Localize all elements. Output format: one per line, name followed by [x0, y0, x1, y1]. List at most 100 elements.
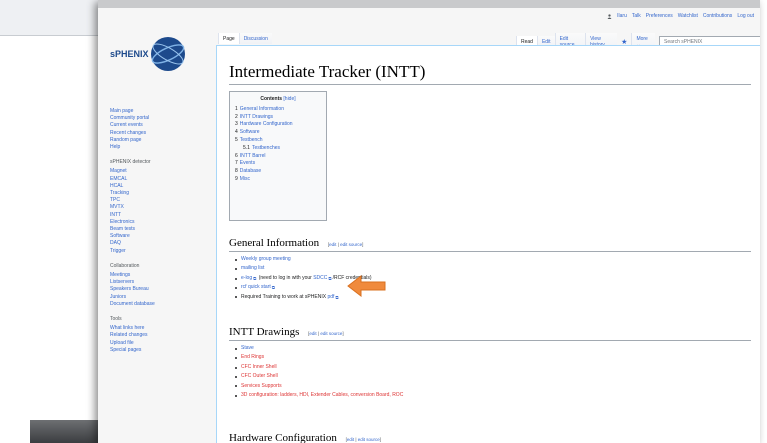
table-of-contents: Contents [hide] 1 General Information 2 IN…	[229, 91, 327, 221]
elog-link[interactable]: e-log	[241, 274, 252, 283]
window-frame-top	[98, 0, 760, 8]
sidebar-item-community-portal[interactable]: Community portal	[110, 115, 190, 122]
list-item: 3D configuration: ladders, HDI, Extender…	[235, 391, 403, 400]
sidebar-item-tpc[interactable]: TPC	[110, 197, 190, 204]
sidebar-item-magnet[interactable]: Magnet	[110, 168, 190, 175]
stave-link[interactable]: Stave	[241, 344, 254, 353]
sidebar-detector: sPHENIX detector Magnet EMCAL HCAL Track…	[110, 159, 190, 255]
sidebar-item-meetings[interactable]: Meetings	[110, 272, 190, 279]
sidebar-item-current-events[interactable]: Current events	[110, 122, 190, 129]
wiki-window: Ilaru Talk Preferences Watchlist Contrib…	[98, 0, 760, 443]
sidebar-item-software[interactable]: Software	[110, 233, 190, 240]
sidebar-item-upload-file[interactable]: Upload file	[110, 340, 190, 347]
sidebar-item-tracking[interactable]: Tracking	[110, 190, 190, 197]
edit-source-link[interactable]: edit source	[358, 437, 380, 442]
personal-watchlist-link[interactable]: Watchlist	[678, 13, 698, 19]
end-rings-link[interactable]: End Rings	[241, 353, 264, 362]
list-item: CFC Inner Shell	[235, 363, 403, 372]
edit-source-link[interactable]: edit source	[340, 242, 362, 247]
namespace-tabs: Page Discussion	[218, 33, 272, 44]
title-divider	[229, 84, 751, 85]
toc-item[interactable]: 3 Hardware Configuration	[235, 121, 321, 129]
external-link-icon: ⧉	[335, 294, 339, 300]
sidebar-item-beam-tests[interactable]: Beam tests	[110, 226, 190, 233]
section-heading-hardware: Hardware Configuration [edit | edit sour…	[229, 432, 751, 443]
sidebar-item-mvtx[interactable]: MVTX	[110, 204, 190, 211]
sidebar-item-daq[interactable]: DAQ	[110, 240, 190, 247]
sidebar-item-help[interactable]: Help	[110, 144, 190, 151]
page-title: Intermediate Tracker (INTT)	[229, 62, 426, 81]
edit-source-link[interactable]: edit source	[320, 331, 342, 336]
sidebar-heading-collaboration: Collaboration	[110, 262, 140, 269]
list-item: CFC Outer Shell	[235, 372, 403, 381]
sidebar-item-related-changes[interactable]: Related changes	[110, 332, 190, 339]
sidebar-item-special-pages[interactable]: Special pages	[110, 347, 190, 354]
list-item: Weekly group meeting	[235, 255, 372, 264]
toc-toggle[interactable]: [hide]	[283, 96, 295, 102]
sidebar-item-what-links-here[interactable]: What links here	[110, 325, 190, 332]
section-edit-links: [edit | edit source]	[327, 242, 364, 247]
rcf-quick-start-link[interactable]: rcf quick start	[241, 283, 271, 292]
sidebar-item-speakers-bureau[interactable]: Speakers Bureau	[110, 286, 190, 293]
list-item: Services Supports	[235, 382, 403, 391]
personal-contributions-link[interactable]: Contributions	[703, 13, 732, 19]
sidebar-item-random-page[interactable]: Random page	[110, 137, 190, 144]
drawings-list: Stave End Rings CFC Inner Shell CFC Oute…	[235, 344, 403, 400]
tab-page[interactable]: Page	[218, 33, 239, 44]
toc-item[interactable]: 9 Misc	[235, 176, 321, 184]
section-edit-links: [edit | edit source]	[345, 437, 382, 442]
sidebar-navigation: Main page Community portal Current event…	[110, 108, 190, 151]
toc-item[interactable]: 4 Software	[235, 129, 321, 137]
toc-item[interactable]: 7 Events	[235, 160, 321, 168]
sidebar-item-juniors[interactable]: Juniors	[110, 294, 190, 301]
external-link-icon: ⧉	[271, 285, 275, 291]
sidebar-item-emcal[interactable]: EMCAL	[110, 176, 190, 183]
sidebar-heading-tools: Tools	[110, 316, 122, 323]
external-link-icon: ⧉	[253, 275, 257, 281]
external-link-icon: ⧉	[328, 275, 332, 281]
annotation-arrow-icon	[347, 275, 386, 297]
sidebar-item-recent-changes[interactable]: Recent changes	[110, 130, 190, 137]
logo-text: sPHENIX	[110, 49, 149, 59]
personal-logout-link[interactable]: Log out	[737, 13, 754, 19]
mailing-list-link[interactable]: mailing list	[241, 264, 264, 273]
toc-item[interactable]: 8 Database	[235, 168, 321, 176]
personal-user-link[interactable]: Ilaru	[617, 13, 627, 19]
list-item: mailing list	[235, 264, 372, 273]
list-item: Stave	[235, 344, 403, 353]
section-edit-links: [edit | edit source]	[308, 331, 344, 336]
sidebar-item-trigger[interactable]: Trigger	[110, 248, 190, 255]
training-pdf-link[interactable]: pdf	[327, 293, 334, 302]
search-placeholder: Search sPHENIX	[664, 38, 703, 45]
sidebar-collaboration: Collaboration Meetings Listservers Speak…	[110, 263, 190, 308]
list-item: End Rings	[235, 353, 403, 362]
personal-preferences-link[interactable]: Preferences	[646, 13, 673, 19]
toc-item[interactable]: 6 INTT Barrel	[235, 153, 321, 161]
cfc-inner-shell-link[interactable]: CFC Inner Shell	[241, 363, 277, 372]
section-heading-drawings: INTT Drawings [edit | edit source]	[229, 326, 751, 341]
personal-talk-link[interactable]: Talk	[632, 13, 641, 19]
toc-title-text: Contents	[260, 96, 283, 102]
sdcc-link[interactable]: SDCC	[313, 274, 327, 283]
toc-item[interactable]: 1 General Information	[235, 106, 321, 114]
sidebar-item-listservers[interactable]: Listservers	[110, 279, 190, 286]
edit-link[interactable]: edit	[309, 331, 316, 336]
toc-title: Contents [hide]	[235, 96, 321, 104]
toc-item[interactable]: 5 Testbench	[235, 137, 321, 145]
sidebar: Main page Community portal Current event…	[110, 108, 190, 362]
cfc-outer-shell-link[interactable]: CFC Outer Shell	[241, 372, 278, 381]
sidebar-item-electronics[interactable]: Electronics	[110, 219, 190, 226]
weekly-meeting-link[interactable]: Weekly group meeting	[241, 255, 291, 264]
services-supports-link[interactable]: Services Supports	[241, 382, 282, 391]
toc-item[interactable]: 2 INTT Drawings	[235, 114, 321, 122]
sidebar-item-main-page[interactable]: Main page	[110, 108, 190, 115]
toc-subitem[interactable]: 5.1 Testbenches	[235, 145, 321, 153]
sidebar-tools: Tools What links here Related changes Up…	[110, 316, 190, 354]
sidebar-item-hcal[interactable]: HCAL	[110, 183, 190, 190]
sphenix-logo[interactable]: sPHENIX	[110, 24, 202, 84]
3d-configuration-link[interactable]: 3D configuration: ladders, HDI, Extender…	[241, 391, 403, 400]
sidebar-item-document-database[interactable]: Document database	[110, 301, 190, 308]
sidebar-item-intt[interactable]: INTT	[110, 212, 190, 219]
sidebar-heading-detector: sPHENIX detector	[110, 159, 151, 166]
tab-discussion[interactable]: Discussion	[238, 33, 272, 44]
